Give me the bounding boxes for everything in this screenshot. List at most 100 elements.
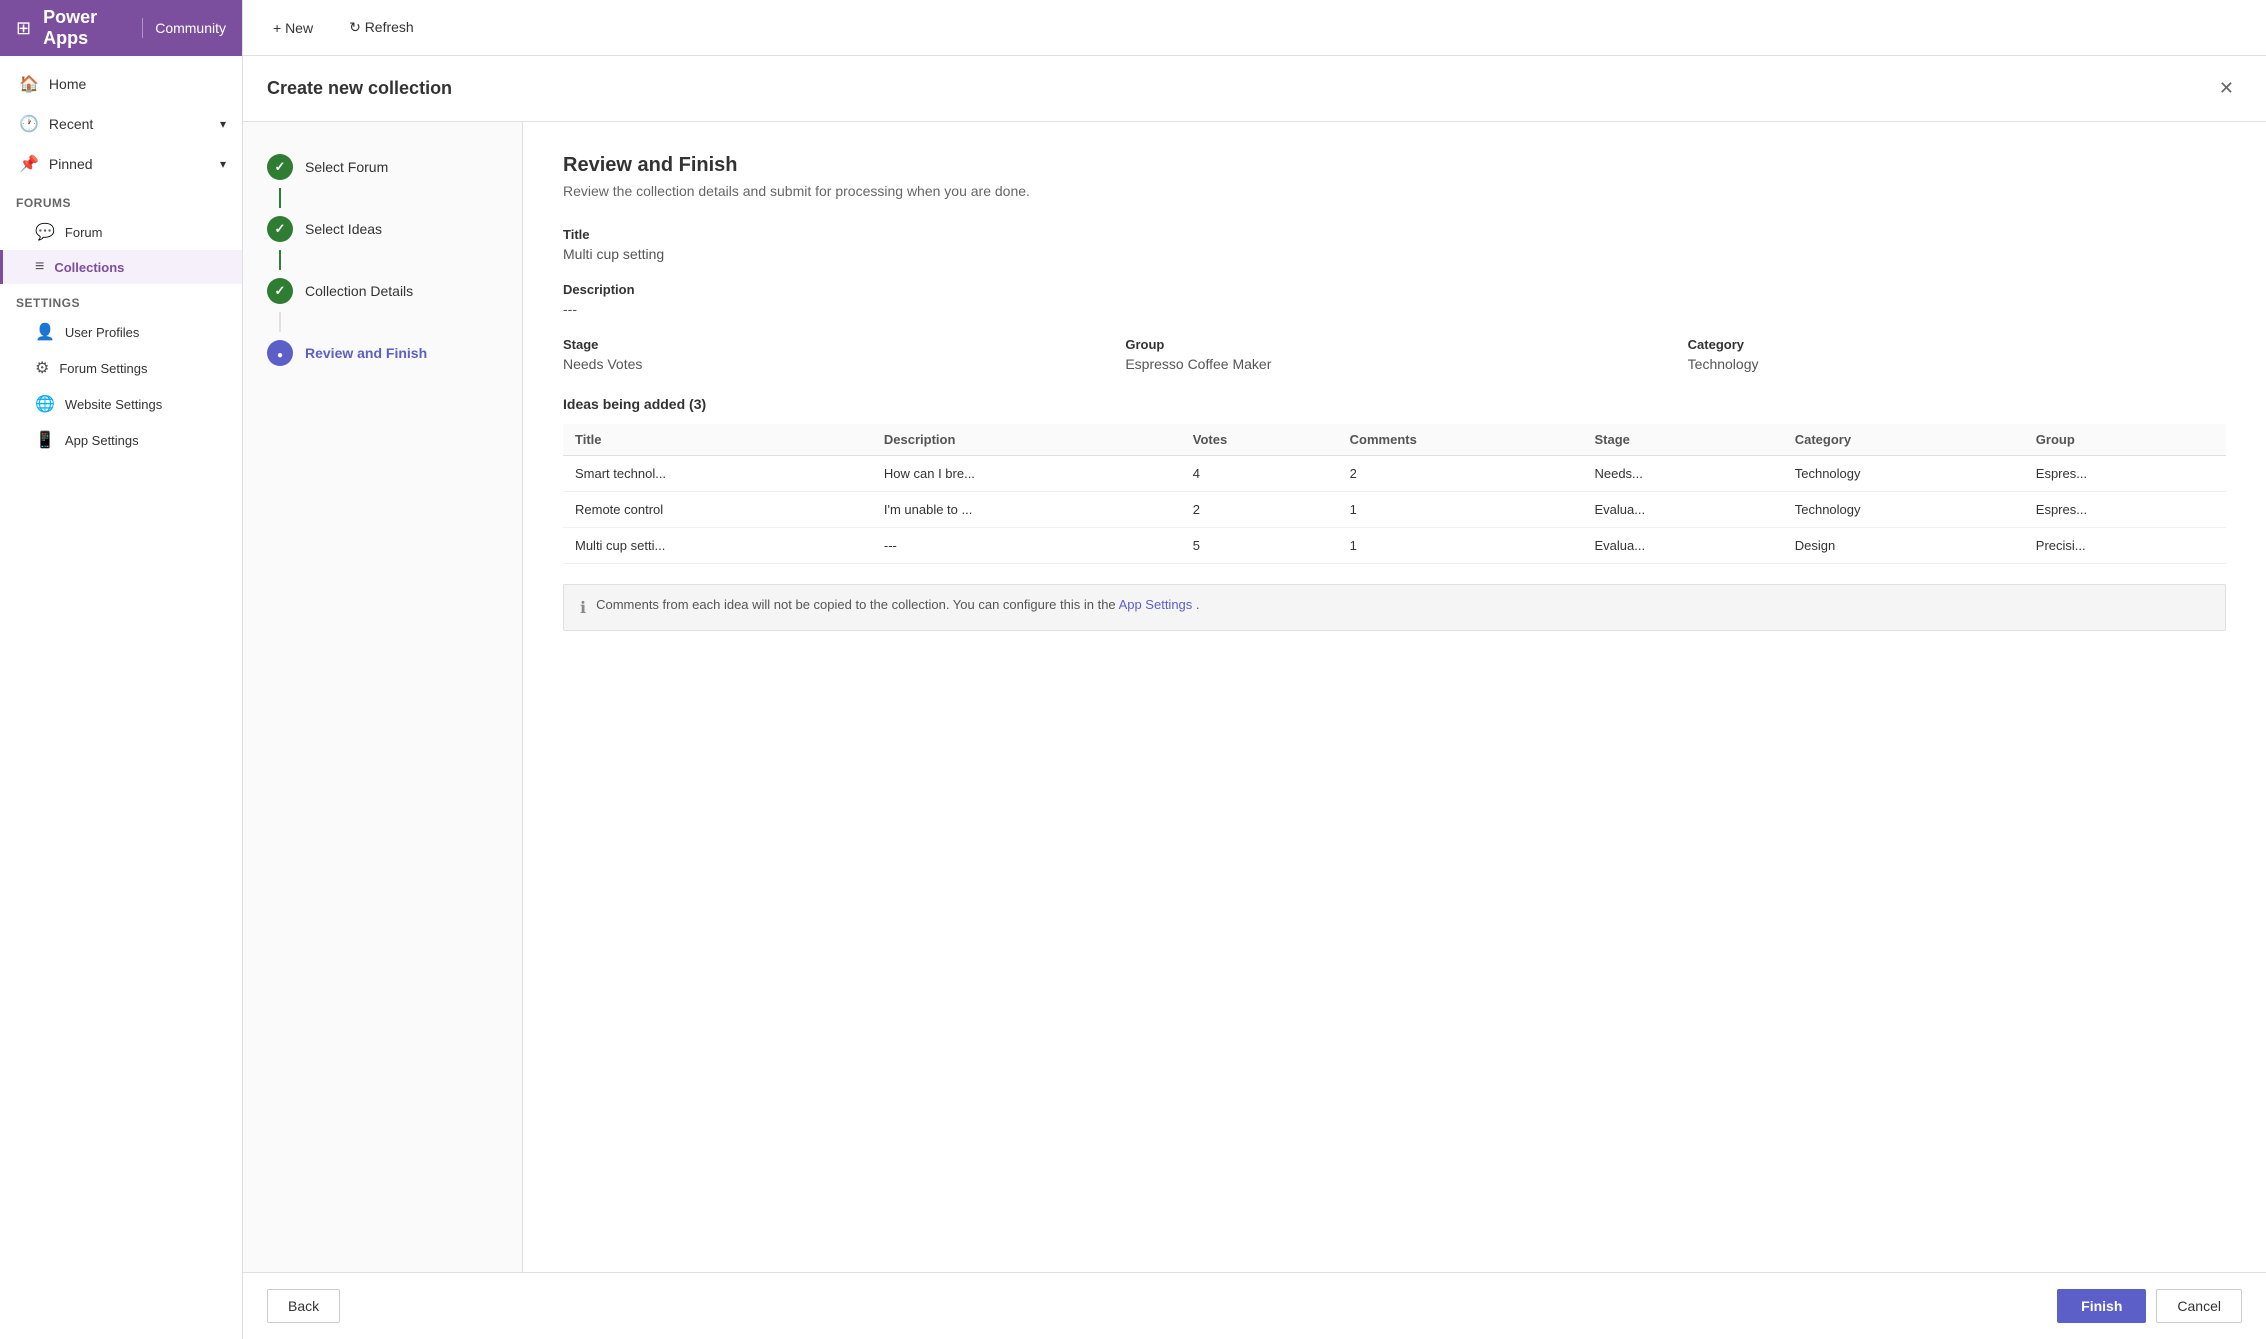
step-circle-1 <box>267 154 293 180</box>
sidebar-forum-label: Forum <box>65 225 103 240</box>
settings-section-label: Settings <box>0 284 242 314</box>
step-circle-2 <box>267 216 293 242</box>
modal-title: Create new collection <box>267 78 452 99</box>
step-circle-4 <box>267 340 293 366</box>
modal: Create new collection ✕ Select Forum <box>243 56 2266 1339</box>
row-0-col-0: Smart technol... <box>563 456 872 492</box>
info-text: Comments from each idea will not be copi… <box>596 597 1199 612</box>
sidebar-home-label: Home <box>49 76 86 92</box>
checkmark-icon-3 <box>275 283 286 299</box>
app-settings-icon: 📱 <box>35 430 55 450</box>
col-group: Group <box>2024 424 2226 456</box>
recent-expand-icon: ▾ <box>220 117 226 131</box>
title-label: Title <box>563 227 2226 242</box>
category-value: Technology <box>1688 356 2226 372</box>
sidebar-item-home[interactable]: 🏠 Home <box>0 64 242 104</box>
sidebar-user-profiles-label: User Profiles <box>65 325 139 340</box>
modal-footer: Back Finish Cancel <box>243 1272 2266 1339</box>
modal-body: Select Forum Select Ideas <box>243 122 2266 1272</box>
step-collection-details: Collection Details <box>267 278 498 304</box>
refresh-button[interactable]: ↻ Refresh <box>335 11 428 44</box>
row-1-col-2: 2 <box>1181 492 1338 528</box>
sidebar-website-settings-label: Website Settings <box>65 397 162 412</box>
info-icon: ℹ <box>580 598 586 618</box>
app-grid-icon[interactable]: ⊞ <box>16 18 31 39</box>
sidebar-item-website-settings[interactable]: 🌐 Website Settings <box>0 386 242 422</box>
step-select-forum: Select Forum <box>267 154 498 180</box>
info-box: ℹ Comments from each idea will not be co… <box>563 584 2226 631</box>
table-row: Smart technol...How can I bre...42Needs.… <box>563 456 2226 492</box>
sidebar-item-collections[interactable]: ≡ Collections <box>0 250 242 284</box>
checkmark-icon-2 <box>275 221 286 237</box>
modal-header: Create new collection ✕ <box>243 56 2266 122</box>
sidebar-item-app-settings[interactable]: 📱 App Settings <box>0 422 242 458</box>
new-button-label: + New <box>273 20 313 36</box>
review-content: Review and Finish Review the collection … <box>523 122 2266 1272</box>
group-section: Group Espresso Coffee Maker <box>1125 337 1663 372</box>
toolbar: + New ↻ Refresh <box>243 0 2266 56</box>
modal-overlay: Create new collection ✕ Select Forum <box>243 56 2266 1339</box>
finish-button[interactable]: Finish <box>2057 1289 2146 1323</box>
col-votes: Votes <box>1181 424 1338 456</box>
step-label-2: Select Ideas <box>305 221 382 237</box>
new-button[interactable]: + New <box>259 12 327 44</box>
row-2-col-3: 1 <box>1338 528 1583 564</box>
step-circle-3 <box>267 278 293 304</box>
forum-icon: 💬 <box>35 222 55 242</box>
back-button[interactable]: Back <box>267 1289 340 1323</box>
sidebar-app-settings-label: App Settings <box>65 433 139 448</box>
row-1-col-5: Technology <box>1783 492 2024 528</box>
row-1-col-3: 1 <box>1338 492 1583 528</box>
modal-close-button[interactable]: ✕ <box>2211 74 2242 103</box>
row-0-col-6: Espres... <box>2024 456 2226 492</box>
step-label-3: Collection Details <box>305 283 413 299</box>
user-profiles-icon: 👤 <box>35 322 55 342</box>
app-settings-link[interactable]: App Settings <box>1119 597 1193 612</box>
stage-label: Stage <box>563 337 1101 352</box>
stage-value: Needs Votes <box>563 356 1101 372</box>
step-connector-2 <box>279 250 281 270</box>
sidebar-nav: 🏠 Home 🕐 Recent ▾ 📌 Pinned ▾ Forums 💬 Fo… <box>0 56 242 466</box>
step-select-ideas: Select Ideas <box>267 216 498 242</box>
forums-section-label: Forums <box>0 184 242 214</box>
row-2-col-0: Multi cup setti... <box>563 528 872 564</box>
stepper: Select Forum Select Ideas <box>243 122 523 1272</box>
pinned-icon: 📌 <box>19 154 39 174</box>
row-2-col-4: Evalua... <box>1582 528 1782 564</box>
description-section: Description --- <box>563 282 2226 317</box>
category-section: Category Technology <box>1688 337 2226 372</box>
row-0-col-4: Needs... <box>1582 456 1782 492</box>
table-header-row: Title Description Votes Comments Stage C… <box>563 424 2226 456</box>
title-value: Multi cup setting <box>563 246 2226 262</box>
col-stage: Stage <box>1582 424 1782 456</box>
sidebar: ⊞ Power Apps Community 🏠 Home 🕐 Recent ▾… <box>0 0 243 1339</box>
row-2-col-1: --- <box>872 528 1181 564</box>
forum-settings-icon: ⚙ <box>35 358 49 378</box>
sidebar-item-recent[interactable]: 🕐 Recent ▾ <box>0 104 242 144</box>
row-1-col-1: I'm unable to ... <box>872 492 1181 528</box>
sidebar-item-forum-settings[interactable]: ⚙ Forum Settings <box>0 350 242 386</box>
footer-right: Finish Cancel <box>2057 1289 2242 1323</box>
row-0-col-1: How can I bre... <box>872 456 1181 492</box>
row-2-col-5: Design <box>1783 528 2024 564</box>
sidebar-item-user-profiles[interactable]: 👤 User Profiles <box>0 314 242 350</box>
cancel-button[interactable]: Cancel <box>2156 1289 2242 1323</box>
step-connector-3 <box>279 312 281 332</box>
info-text-content: Comments from each idea will not be copi… <box>596 597 1118 612</box>
active-dot-icon <box>277 346 283 361</box>
col-category: Category <box>1783 424 2024 456</box>
group-label: Group <box>1125 337 1663 352</box>
row-0-col-3: 2 <box>1338 456 1583 492</box>
community-label: Community <box>155 20 226 36</box>
row-0-col-5: Technology <box>1783 456 2024 492</box>
category-label: Category <box>1688 337 2226 352</box>
step-review-finish: Review and Finish <box>267 340 498 366</box>
website-settings-icon: 🌐 <box>35 394 55 414</box>
sidebar-item-pinned[interactable]: 📌 Pinned ▾ <box>0 144 242 184</box>
sidebar-recent-label: Recent <box>49 116 93 132</box>
table-row: Multi cup setti...---51Evalua...DesignPr… <box>563 528 2226 564</box>
row-1-col-0: Remote control <box>563 492 872 528</box>
sidebar-item-forum[interactable]: 💬 Forum <box>0 214 242 250</box>
sidebar-collections-label: Collections <box>54 260 124 275</box>
refresh-button-label: ↻ Refresh <box>349 19 414 36</box>
